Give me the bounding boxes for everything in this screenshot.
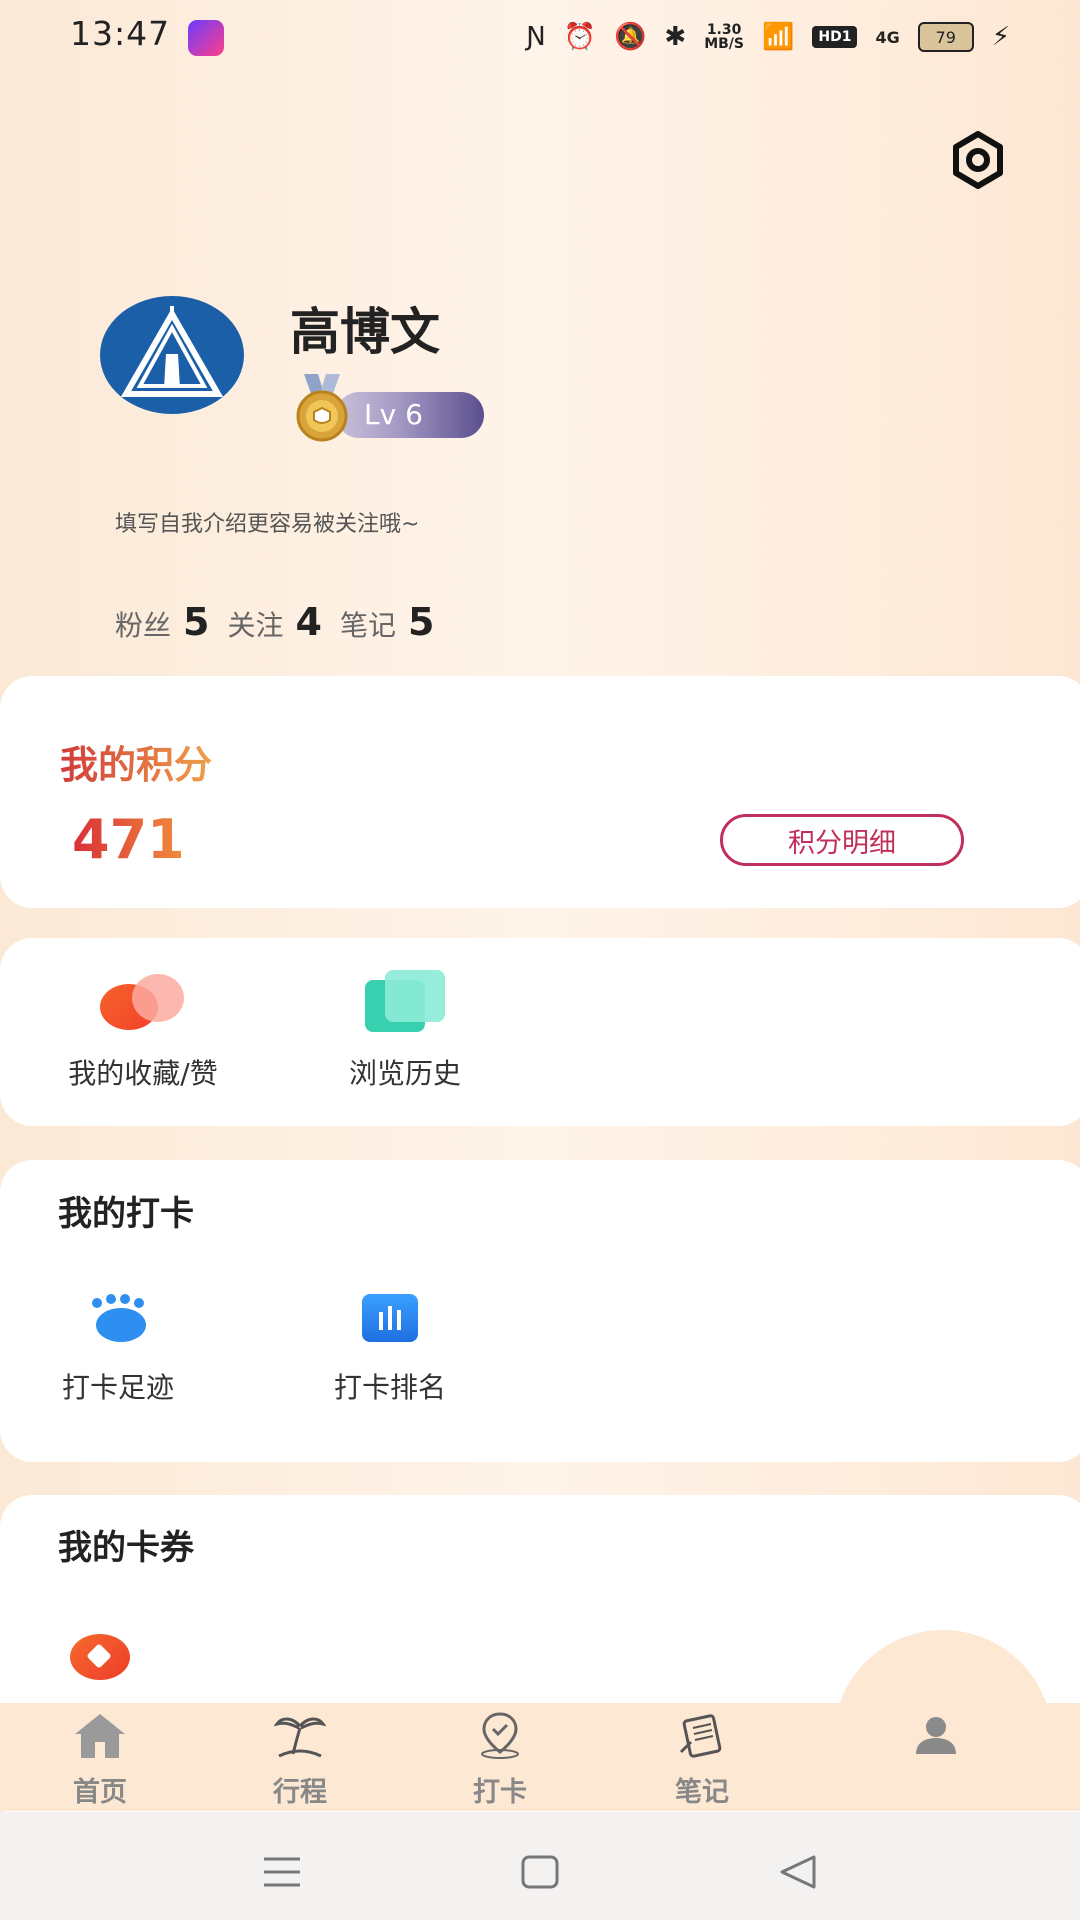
back-icon[interactable] xyxy=(778,1854,818,1890)
app-notification-icon xyxy=(188,20,224,56)
bio-text[interactable]: 填写自我介绍更容易被关注哦~ xyxy=(115,506,419,538)
medal-icon xyxy=(290,372,354,444)
footprint-icon xyxy=(88,1294,148,1344)
coupons-title: 我的卡券 xyxy=(58,1528,194,1568)
battery-icon: 79 xyxy=(917,22,974,52)
footprint-label: 打卡足迹 xyxy=(61,1371,174,1404)
battery-level: 79 xyxy=(935,27,956,47)
status-time: 13:47 xyxy=(70,14,171,53)
status-icons: Ɲ ⏰ 🔕 ✱ 1.30 MB/S 📶 HD1 4G 79 ⚡ xyxy=(526,22,1010,52)
settings-icon[interactable] xyxy=(948,130,1008,190)
nav-itinerary-label: 行程 xyxy=(273,1777,327,1808)
ranking-label: 打卡排名 xyxy=(333,1371,446,1404)
coupon-icon[interactable] xyxy=(70,1634,130,1680)
profile-icon xyxy=(916,1717,956,1754)
mute-icon: 🔕 xyxy=(614,22,647,52)
net-speed-value: 1.30 xyxy=(706,22,742,38)
nav-checkin[interactable]: 打卡 xyxy=(440,1712,560,1809)
palm-tree-icon xyxy=(273,1717,327,1758)
home-button-icon[interactable] xyxy=(520,1854,560,1890)
favorites-label: 我的收藏/赞 xyxy=(68,1057,218,1090)
points-title: 我的积分 xyxy=(60,734,212,789)
points-card xyxy=(0,676,1080,908)
system-nav-bar xyxy=(0,1812,1080,1920)
nav-notes-label: 笔记 xyxy=(675,1777,729,1808)
history-label: 浏览历史 xyxy=(348,1057,461,1090)
history-icon xyxy=(365,970,445,1032)
points-value: 471 xyxy=(72,808,185,871)
favorites-icon xyxy=(98,970,188,1034)
checkin-title: 我的打卡 xyxy=(58,1194,194,1234)
nav-itinerary[interactable]: 行程 xyxy=(240,1712,360,1809)
notes-label[interactable]: 笔记 xyxy=(340,604,396,644)
favorites-link[interactable]: 我的收藏/赞 xyxy=(48,970,238,1092)
ranking-link[interactable]: 打卡排名 xyxy=(320,1294,460,1406)
points-detail-button[interactable]: 积分明细 xyxy=(720,814,964,866)
hd-badge: HD1 xyxy=(812,26,858,48)
menu-icon[interactable] xyxy=(262,1856,302,1888)
following-label[interactable]: 关注 xyxy=(227,604,283,644)
footprint-link[interactable]: 打卡足迹 xyxy=(48,1294,188,1406)
charging-icon: ⚡ xyxy=(991,22,1010,52)
nfc-icon: Ɲ xyxy=(526,22,546,52)
following-count[interactable]: 4 xyxy=(295,600,321,644)
level-label: Lv 6 xyxy=(364,398,423,431)
nav-checkin-label: 打卡 xyxy=(473,1777,527,1808)
ranking-icon xyxy=(362,1294,418,1342)
avatar[interactable] xyxy=(100,296,244,414)
nav-profile[interactable] xyxy=(876,1716,996,1766)
bluetooth-icon: ✱ xyxy=(664,22,687,52)
history-link[interactable]: 浏览历史 xyxy=(320,970,490,1092)
followers-count[interactable]: 5 xyxy=(183,600,209,644)
location-check-icon xyxy=(481,1712,519,1759)
signal-label: 4G xyxy=(875,27,900,47)
net-speed-unit: MB/S xyxy=(704,36,744,52)
nav-home-label: 首页 xyxy=(73,1777,127,1808)
home-icon xyxy=(75,1714,125,1758)
alarm-icon: ⏰ xyxy=(563,22,597,52)
net-speed: 1.30 MB/S xyxy=(704,23,744,51)
nav-home[interactable]: 首页 xyxy=(40,1712,160,1809)
username: 高博文 xyxy=(290,303,440,361)
wifi-icon: 📶 xyxy=(762,22,795,52)
profile-stats: 粉丝 5 关注 4 笔记 5 xyxy=(115,600,440,644)
followers-label[interactable]: 粉丝 xyxy=(115,604,171,644)
notes-icon xyxy=(679,1714,722,1758)
notes-count[interactable]: 5 xyxy=(408,600,434,644)
nav-notes[interactable]: 笔记 xyxy=(642,1712,762,1809)
status-bar: 13:47 Ɲ ⏰ 🔕 ✱ 1.30 MB/S 📶 HD1 4G 79 ⚡ xyxy=(0,0,1080,80)
